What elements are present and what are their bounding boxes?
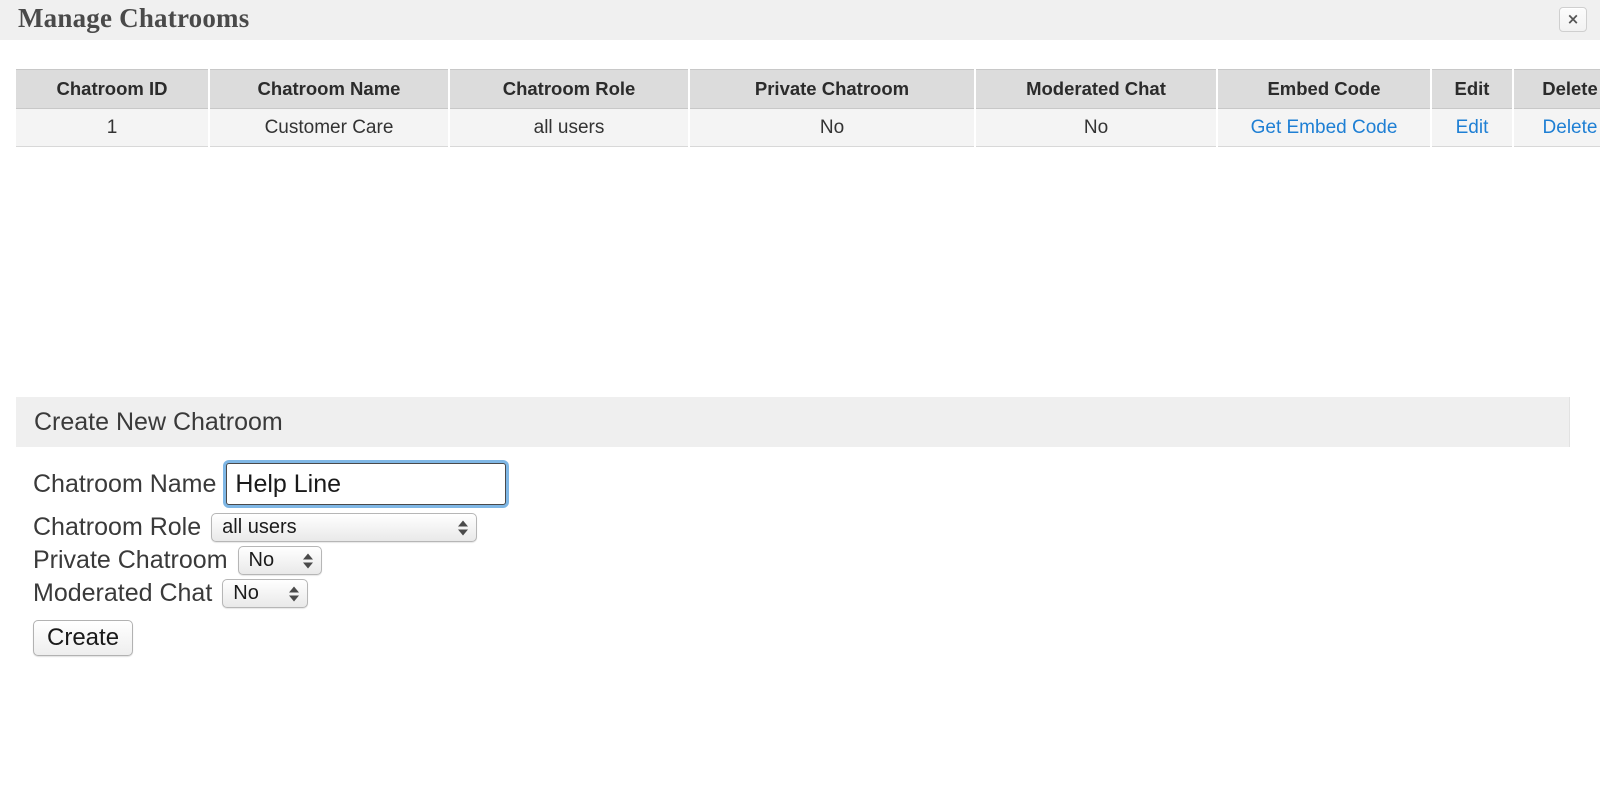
create-chatroom-title: Create New Chatroom bbox=[34, 408, 283, 436]
close-button[interactable]: × bbox=[1559, 7, 1587, 32]
form-row-private-chatroom: Private Chatroom No bbox=[33, 546, 1133, 575]
create-chatroom-form: Chatroom Name Chatroom Role all users Pr… bbox=[33, 463, 1133, 656]
column-header-private-chatroom: Private Chatroom bbox=[689, 69, 976, 109]
form-row-chatroom-name: Chatroom Name bbox=[33, 463, 1133, 505]
cell-moderated-chat: No bbox=[975, 108, 1218, 147]
stepper-arrows-icon bbox=[289, 586, 300, 601]
form-row-chatroom-role: Chatroom Role all users bbox=[33, 513, 1133, 542]
cell-embed-code: Get Embed Code bbox=[1217, 108, 1432, 147]
chatroom-role-select[interactable]: all users bbox=[211, 513, 478, 542]
window-titlebar: Manage Chatrooms × bbox=[0, 0, 1600, 41]
get-embed-code-link[interactable]: Get Embed Code bbox=[1251, 117, 1398, 138]
cell-chatroom-role: all users bbox=[449, 108, 690, 147]
chatroom-role-selected-value: all users bbox=[222, 516, 297, 538]
chatroom-name-input[interactable] bbox=[226, 463, 507, 505]
table-header-row: Chatroom ID Chatroom Name Chatroom Role … bbox=[16, 69, 1600, 109]
create-chatroom-section-header: Create New Chatroom bbox=[16, 397, 1570, 447]
private-chatroom-selected-value: No bbox=[248, 549, 275, 571]
column-header-delete: Delete bbox=[1513, 69, 1600, 109]
delete-link[interactable]: Delete bbox=[1543, 117, 1598, 138]
label-moderated-chat: Moderated Chat bbox=[33, 579, 213, 607]
form-row-submit: Create bbox=[33, 620, 1133, 656]
column-header-edit: Edit bbox=[1431, 69, 1514, 109]
moderated-chat-select[interactable]: No bbox=[222, 579, 309, 608]
column-header-chatroom-id: Chatroom ID bbox=[16, 69, 210, 109]
column-header-embed-code: Embed Code bbox=[1217, 69, 1432, 109]
table-body: 1 Customer Care all users No No Get Embe… bbox=[16, 108, 1600, 147]
column-header-chatroom-role: Chatroom Role bbox=[449, 69, 690, 109]
label-chatroom-name: Chatroom Name bbox=[33, 469, 217, 498]
cell-chatroom-name: Customer Care bbox=[209, 108, 450, 147]
form-row-moderated-chat: Moderated Chat No bbox=[33, 579, 1133, 608]
cell-delete: Delete bbox=[1513, 108, 1600, 147]
private-chatroom-select[interactable]: No bbox=[237, 546, 322, 575]
chatrooms-table: Chatroom ID Chatroom Name Chatroom Role … bbox=[16, 69, 1600, 147]
column-header-chatroom-name: Chatroom Name bbox=[209, 69, 450, 109]
cell-private-chatroom: No bbox=[689, 108, 976, 147]
cell-edit: Edit bbox=[1431, 108, 1514, 147]
cell-chatroom-id: 1 bbox=[16, 108, 210, 147]
page-title: Manage Chatrooms bbox=[18, 3, 250, 33]
close-icon: × bbox=[1566, 10, 1580, 28]
create-button[interactable]: Create bbox=[33, 620, 134, 656]
label-chatroom-role: Chatroom Role bbox=[33, 513, 202, 541]
chatrooms-table-container: Chatroom ID Chatroom Name Chatroom Role … bbox=[16, 69, 1600, 147]
label-private-chatroom: Private Chatroom bbox=[33, 546, 228, 574]
moderated-chat-selected-value: No bbox=[233, 582, 259, 604]
table-row: 1 Customer Care all users No No Get Embe… bbox=[16, 108, 1600, 147]
edit-link[interactable]: Edit bbox=[1456, 117, 1489, 138]
stepper-arrows-icon bbox=[302, 553, 313, 568]
column-header-moderated-chat: Moderated Chat bbox=[975, 69, 1218, 109]
stepper-arrows-icon bbox=[458, 520, 469, 535]
table-head: Chatroom ID Chatroom Name Chatroom Role … bbox=[16, 69, 1600, 109]
